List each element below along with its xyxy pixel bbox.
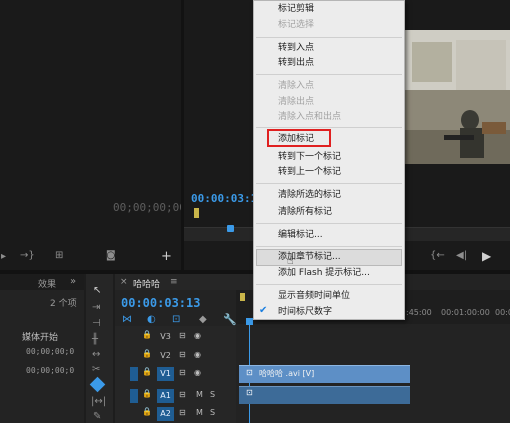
track-label[interactable]: V2 <box>157 349 174 363</box>
menu-item-clear-all-markers[interactable]: 清除所有标记 <box>278 207 332 218</box>
media-start-value: 00;00;00;0 <box>26 347 75 356</box>
pen-tool-icon[interactable]: ✎ <box>93 411 101 422</box>
menu-item-mark-selection[interactable]: 标记选择 <box>278 20 314 31</box>
eye-icon[interactable]: ◉ <box>194 368 201 377</box>
sync-lock-icon[interactable]: ⊟ <box>179 331 186 340</box>
menu-item-add-flash-marker[interactable]: 添加 Flash 提示标记... <box>278 268 370 279</box>
lock-icon[interactable]: 🔒 <box>142 367 152 376</box>
audio-clip-fx-icon: ⊡ <box>246 388 253 397</box>
timeline-timecode[interactable]: 00:00:03:13 <box>121 296 200 310</box>
menu-separator <box>256 127 402 128</box>
checkmark-icon: ✔ <box>259 305 268 316</box>
audio-clip[interactable] <box>239 386 410 404</box>
mute-button[interactable]: M <box>196 390 203 399</box>
solo-button[interactable]: S <box>210 408 215 417</box>
lock-icon[interactable]: 🔒 <box>142 349 152 358</box>
menu-separator <box>256 284 402 285</box>
export-frame-icon[interactable]: ◙ <box>106 250 116 261</box>
marker-icon[interactable]: ◆ <box>199 314 207 325</box>
annotation-highlight-box <box>267 129 331 147</box>
media-start-value: 00;00;00;0 <box>26 366 75 375</box>
overwrite-icon[interactable]: ⊞ <box>55 250 63 261</box>
track-label[interactable]: A2 <box>157 407 174 421</box>
menu-item-go-to-out[interactable]: 转到出点 <box>278 58 314 69</box>
eye-icon[interactable]: ◉ <box>194 331 201 340</box>
menu-item-go-to-in[interactable]: 转到入点 <box>278 43 314 54</box>
menu-separator <box>256 246 402 247</box>
timeline-playhead[interactable] <box>246 318 253 325</box>
ruler-label: 00:01:00:00 <box>441 308 490 317</box>
ripple-edit-tool-icon[interactable]: ⊣ <box>92 318 101 329</box>
menu-separator <box>256 74 402 75</box>
track-label[interactable]: A1 <box>157 389 174 403</box>
source-patch-a1[interactable] <box>130 389 138 403</box>
track-label[interactable]: V1 <box>157 367 174 381</box>
menu-item-time-ruler-numbers[interactable]: 时间标尺数字 <box>278 307 332 318</box>
slide-tool-icon[interactable]: |↔| <box>91 396 106 407</box>
wrench-icon[interactable]: 🔧 <box>223 313 237 326</box>
mouse-cursor-icon: ☝ <box>287 254 294 267</box>
source-monitor <box>0 0 181 270</box>
menu-separator <box>256 223 402 224</box>
step-back-frame-icon[interactable]: ◀| <box>456 250 467 261</box>
linked-selection-icon[interactable]: ◐ <box>147 314 156 325</box>
tab-effects[interactable]: 效果 <box>38 277 56 290</box>
ruler-marker <box>240 293 245 301</box>
menu-item-clear-out[interactable]: 清除出点 <box>278 97 314 108</box>
razor-tool-icon[interactable]: ✂ <box>92 364 100 375</box>
ruler-label: 00:0 <box>495 308 510 317</box>
step-back-icon[interactable]: ▸ <box>1 251 6 262</box>
column-header-media-start[interactable]: 媒体开始 <box>22 330 58 343</box>
menu-item-next-marker[interactable]: 转到下一个标记 <box>278 152 341 163</box>
menu-item-show-audio-time-units[interactable]: 显示音频时间单位 <box>278 291 350 302</box>
add-button-icon[interactable]: + <box>161 249 172 264</box>
lock-icon[interactable]: 🔒 <box>142 389 152 398</box>
menu-item-edit-marker[interactable]: 编辑标记... <box>278 230 323 241</box>
menu-item-clear-in[interactable]: 清除入点 <box>278 81 314 92</box>
sync-lock-icon[interactable]: ⊟ <box>179 390 186 399</box>
lock-icon[interactable]: 🔒 <box>142 330 152 339</box>
track-label[interactable]: V3 <box>157 330 174 344</box>
play-icon[interactable]: ▶ <box>482 249 491 263</box>
insert-icon[interactable]: →} <box>20 250 35 261</box>
selection-tool-icon[interactable]: ↖ <box>93 285 101 296</box>
program-playhead-marker[interactable] <box>194 208 199 218</box>
close-tab-icon[interactable]: × <box>120 277 128 287</box>
source-timecode[interactable]: 00;00;00;00 <box>113 201 186 214</box>
menu-separator <box>256 183 402 184</box>
sync-lock-icon[interactable]: ⊟ <box>179 350 186 359</box>
sync-lock-icon[interactable]: ⊟ <box>179 408 186 417</box>
rate-stretch-tool-icon[interactable]: ↔ <box>92 349 100 360</box>
sync-lock-icon[interactable]: ⊟ <box>179 368 186 377</box>
ruler-label: :45:00 <box>406 308 432 317</box>
timeline-ruler-context-menu: 标记剪辑 标记选择 转到入点 转到出点 清除入点 清除出点 清除入点和出点 添加… <box>253 0 405 320</box>
track-select-tool-icon[interactable]: ⇥ <box>92 302 100 313</box>
menu-separator <box>256 37 402 38</box>
menu-item-mark-clip[interactable]: 标记剪辑 <box>278 4 314 15</box>
clip-fx-icon: ⊡ <box>246 368 253 377</box>
program-playhead[interactable] <box>227 225 234 232</box>
video-frame <box>404 30 510 164</box>
eye-icon[interactable]: ◉ <box>194 350 201 359</box>
video-clip-label: 哈哈哈 .avi [V] <box>259 369 315 378</box>
timeline-tab-title[interactable]: 哈哈哈 <box>133 277 160 290</box>
lock-icon[interactable]: 🔒 <box>142 407 152 416</box>
panel-menu-more-icon[interactable]: » <box>70 276 76 287</box>
source-patch-v1[interactable] <box>130 367 138 381</box>
tab-menu-icon[interactable]: ≡ <box>170 277 178 287</box>
menu-item-clear-selected-markers[interactable]: 清除所选的标记 <box>278 190 341 201</box>
solo-button[interactable]: S <box>210 390 215 399</box>
add-marker-icon[interactable]: ⊡ <box>172 314 180 325</box>
items-count: 2 个项 <box>50 299 77 309</box>
go-to-in-icon[interactable]: {← <box>430 250 445 261</box>
rolling-edit-tool-icon[interactable]: ╫ <box>92 334 98 345</box>
mute-button[interactable]: M <box>196 408 203 417</box>
video-frame-image <box>404 30 510 164</box>
snap-icon[interactable]: ⋈ <box>122 314 132 325</box>
menu-item-previous-marker[interactable]: 转到上一个标记 <box>278 167 341 178</box>
menu-item-clear-in-out[interactable]: 清除入点和出点 <box>278 112 341 123</box>
